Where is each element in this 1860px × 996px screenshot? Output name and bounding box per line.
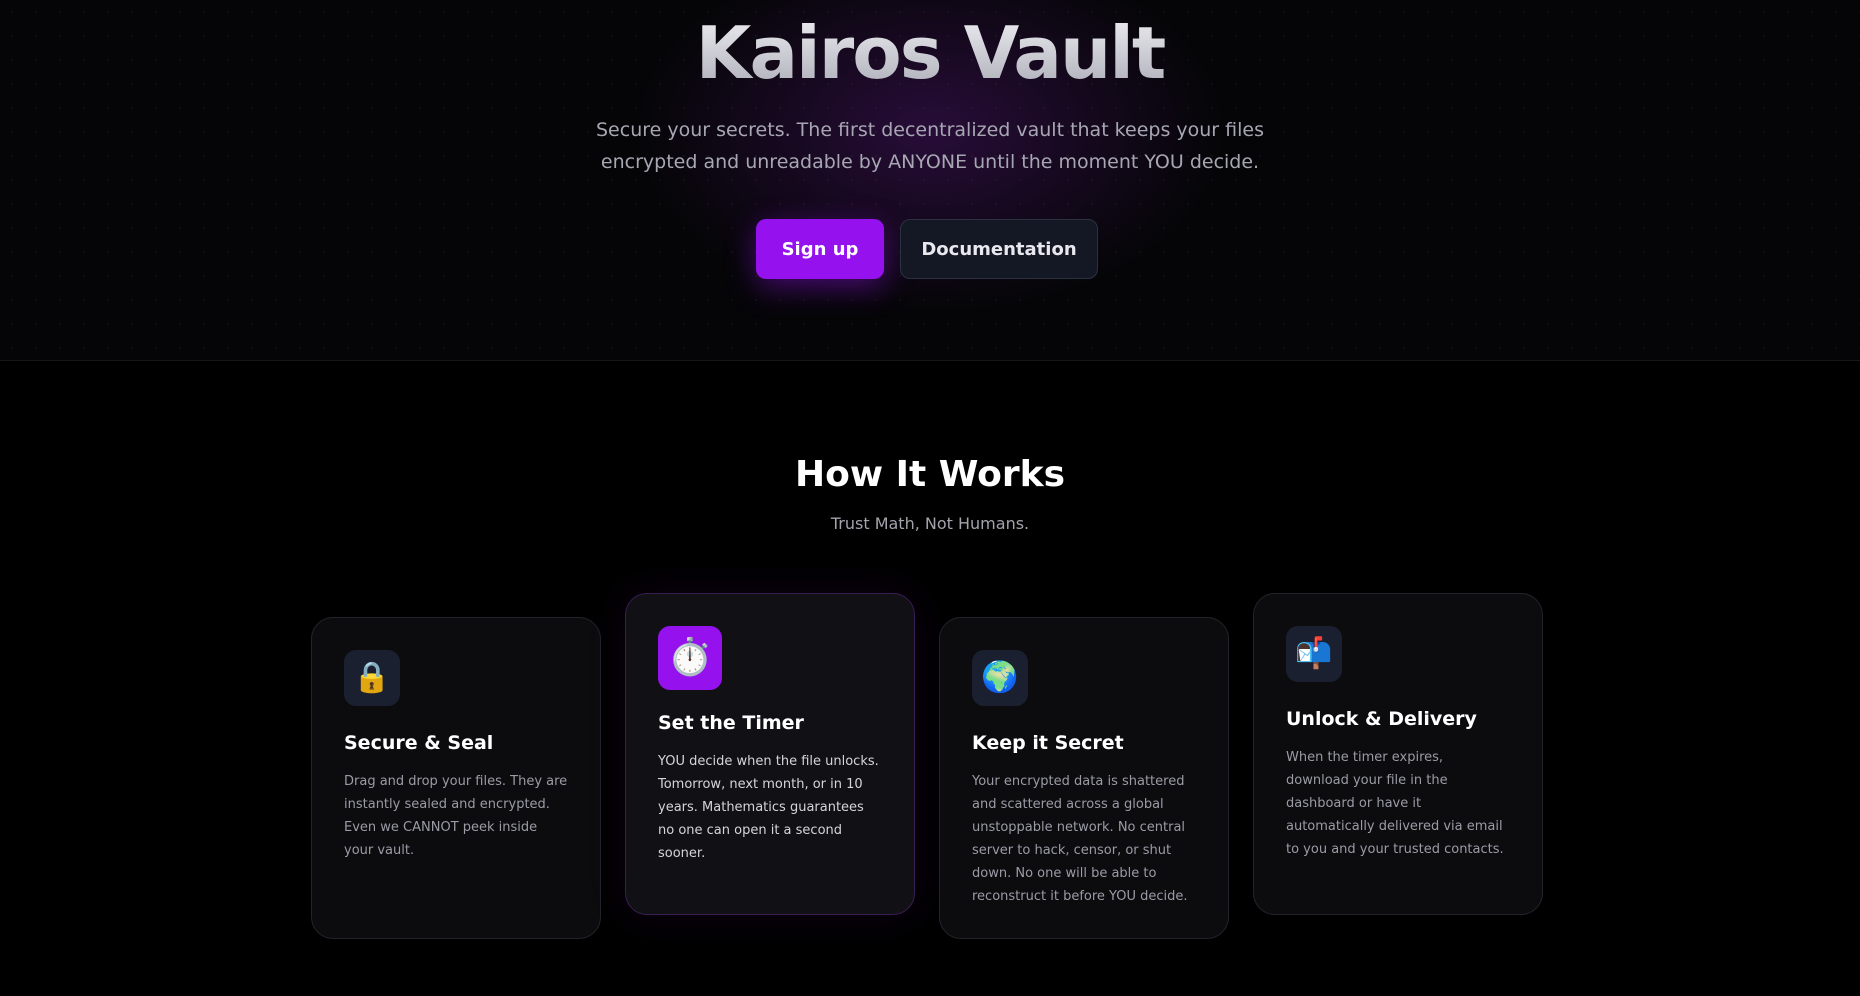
section-title: How It Works [794,454,1066,495]
card-description: YOU decide when the file unlocks. Tomorr… [658,754,879,861]
hero-subtitle-line-2: encrypted and unreadable by ANYONE until… [600,151,1260,173]
mailbox-icon: 📬 [1286,626,1342,682]
card-keep-secret: 🌍 Keep it Secret Your encrypted data is … [939,617,1229,939]
hero-subtitle: Secure your secrets. The first decentral… [580,114,1280,178]
stopwatch-icon: ⏱️ [658,626,722,690]
card-description: Your encrypted data is shattered and sca… [972,774,1188,904]
card-title: Keep it Secret [972,732,1124,754]
card-title: Unlock & Delivery [1286,708,1477,730]
sign-up-button[interactable]: Sign up [756,219,884,279]
card-description: When the timer expires, download your fi… [1286,750,1504,857]
hero-title: Kairos Vault [0,8,1860,98]
globe-icon: 🌍 [972,650,1028,706]
card-secure-seal: 🔒 Secure & Seal Drag and drop your files… [311,617,601,939]
card-description: Drag and drop your files. They are insta… [344,774,568,858]
documentation-button[interactable]: Documentation [900,219,1098,279]
card-title: Secure & Seal [344,732,494,754]
landing-page: Kairos Vault Secure your secrets. The fi… [0,0,1860,996]
card-title: Set the Timer [658,712,804,734]
hero-subtitle-line-1: Secure your secrets. The first decentral… [596,119,1264,141]
section-subtitle: Trust Math, Not Humans. [830,514,1030,533]
lock-icon: 🔒 [344,650,400,706]
card-unlock-delivery: 📬 Unlock & Delivery When the timer expir… [1253,593,1543,915]
card-set-timer: ⏱️ Set the Timer YOU decide when the fil… [625,593,915,915]
hero-section: Kairos Vault Secure your secrets. The fi… [0,0,1860,361]
